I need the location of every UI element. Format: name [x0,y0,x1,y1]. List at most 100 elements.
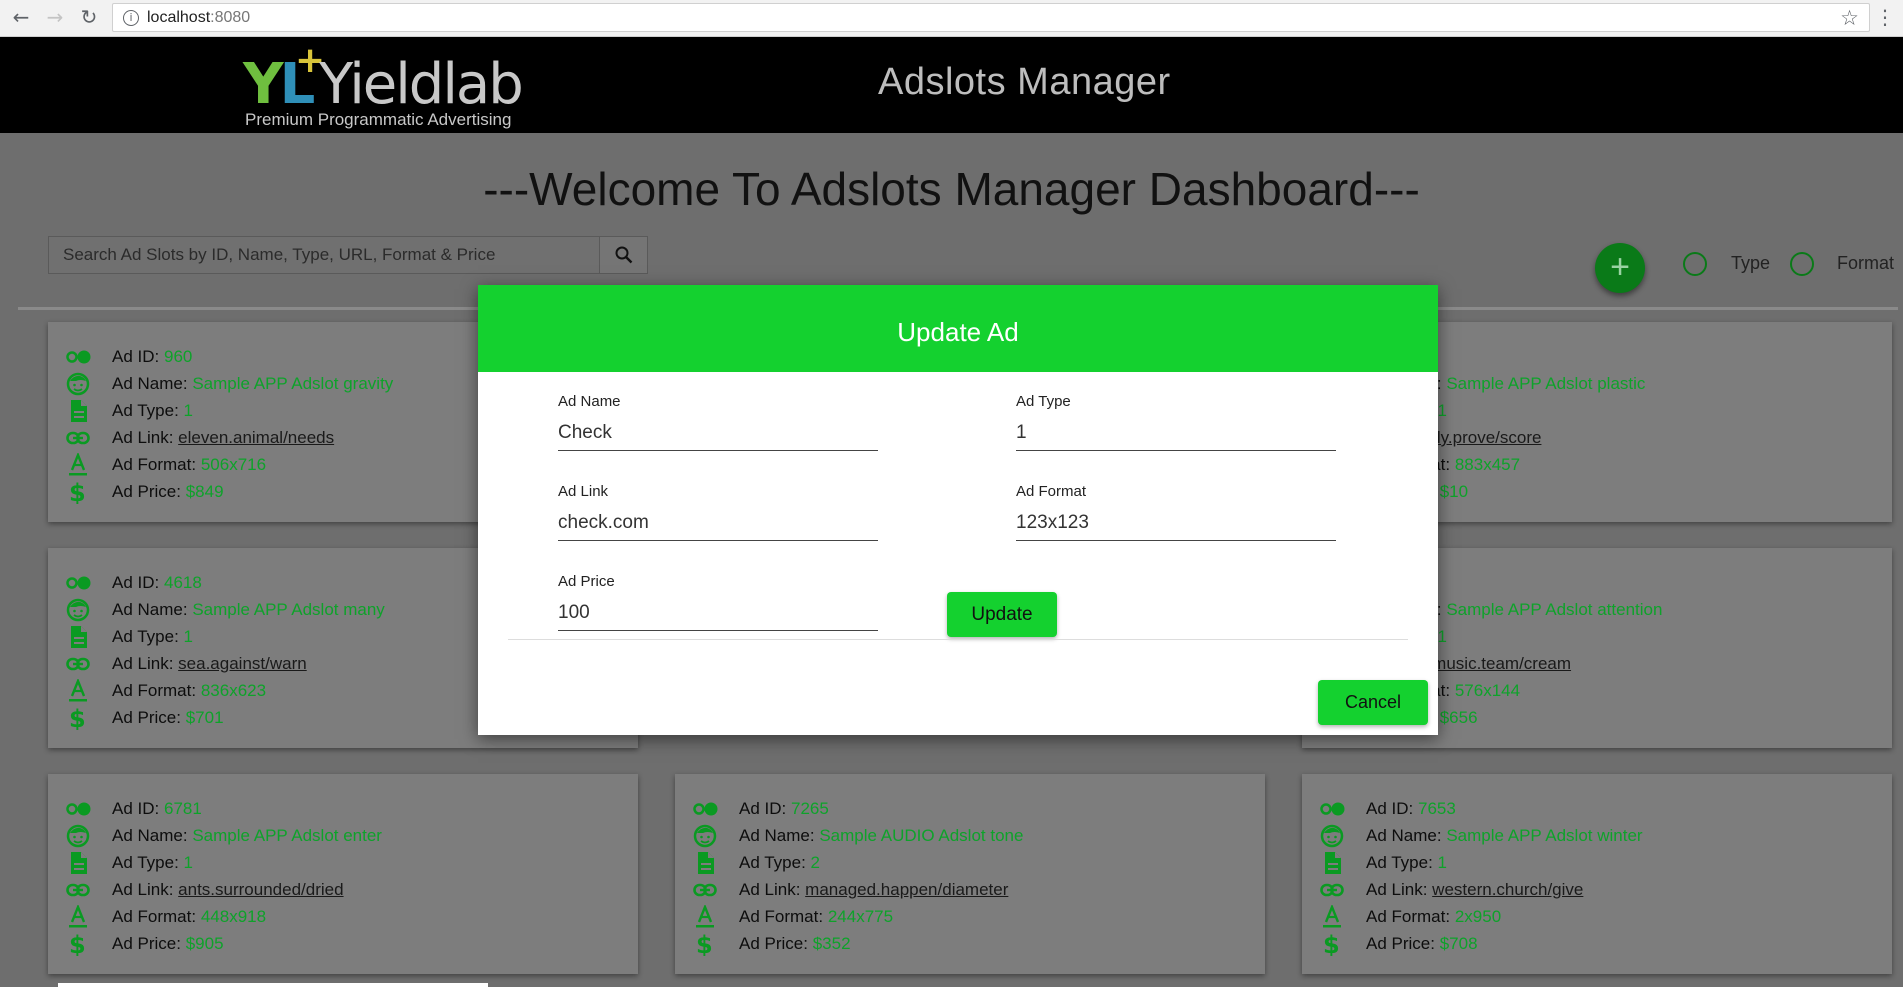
link-icon [693,878,721,902]
format-text-icon [66,677,94,703]
document-icon [66,399,94,423]
ad-name-text: Ad Name: Sample AUDIO Adslot tone [739,826,1023,846]
ad-id-text: Ad ID: 7653 [1366,799,1456,819]
url-text: localhost:8080 [147,9,251,26]
browser-menu-icon[interactable]: ⋮ [1875,5,1895,29]
ad-id-text: Ad ID: 960 [112,347,192,367]
ad-price-value: $10 [1439,482,1469,501]
bookmark-star-icon[interactable]: ☆ [1840,6,1859,30]
ad-format-text: Ad Format: 836x623 [112,681,266,701]
ad-link-text: Ad Link: managed.happen/diameter [739,880,1008,900]
document-icon [1320,851,1348,875]
back-arrow-icon[interactable]: ← [8,4,34,30]
ad-price-text: Ad Price: $701 [112,708,224,728]
reload-icon[interactable]: ↻ [76,4,102,30]
document-icon [66,851,94,875]
toggle-icon [66,345,94,369]
ad-type-text: Ad Type: 2 [739,853,820,873]
svg-text:$: $ [696,932,713,956]
ad-link-text: Ad Link: eleven.animal/needs [112,428,334,448]
modal-divider [508,639,1408,640]
ad-link-value[interactable]: ants.surrounded/dried [178,880,343,899]
ad-name-label: Ad Name: [739,826,815,845]
ad-link-label: Ad Link: [112,428,174,447]
search-input[interactable] [49,237,599,273]
ad-format-label: Ad Format: [1366,907,1451,926]
ad-price-input[interactable] [558,595,878,631]
ad-link-value[interactable]: eleven.animal/needs [178,428,334,447]
search-button[interactable] [599,237,647,273]
ad-price-label: Ad Price: [1366,934,1435,953]
ad-price-value: $701 [185,708,224,727]
ad-name-value: Sample AUDIO Adslot tone [819,826,1024,845]
cancel-button[interactable]: Cancel [1318,680,1428,725]
ad-card[interactable]: Ad ID: 7265 Ad Name: Sample AUDIO Adslot … [675,774,1265,974]
ad-link-value[interactable]: fly.prove/score [1432,428,1541,447]
format-text-icon [693,903,721,929]
ad-type-input[interactable] [1016,415,1336,451]
document-icon [66,625,94,649]
ad-link-label: Ad Link: [1366,880,1428,899]
ad-format-text: Ad Format: 244x775 [739,907,893,927]
toggle-icon [693,797,721,821]
ad-id-value: 4618 [163,573,202,592]
ad-link-input[interactable] [558,505,878,541]
ad-card[interactable]: Ad ID: 6781 Ad Name: Sample APP Adslot en… [48,774,638,974]
ad-format-input[interactable] [1016,505,1336,541]
ad-format-text: Ad Format: 506x716 [112,455,266,475]
ad-type-value: 1 [1437,401,1447,420]
ad-id-value: 6781 [163,799,202,818]
ad-name-text: Ad Name: Sample APP Adslot many [112,600,385,620]
ad-link-value[interactable]: sea.against/warn [178,654,307,673]
ad-price-label: Ad Price: [112,482,181,501]
ad-type-label: Ad Type: [1366,853,1433,872]
ad-name-value: Sample APP Adslot plastic [1446,374,1646,393]
ad-format-value: 448x918 [200,907,267,926]
ad-card[interactable]: Ad ID: 7653 Ad Name: Sample APP Adslot wi… [1302,774,1892,974]
ad-id-text: Ad ID: 6781 [112,799,202,819]
ad-format-label: Ad Format: [112,455,197,474]
face-icon [1320,824,1348,848]
modal-header: Update Ad [478,285,1438,372]
dollar-icon: $ [1320,931,1348,959]
info-icon[interactable]: i [123,10,139,26]
ad-name-text: Ad Name: Sample APP Adslot gravity [112,374,393,394]
ad-link-value[interactable]: music.team/cream [1432,654,1571,673]
ad-type-value: 1 [183,627,193,646]
ad-link-value[interactable]: managed.happen/diameter [805,880,1008,899]
ad-name-text: Ad Name: Sample APP Adslot enter [112,826,382,846]
ad-name-label: Ad Name: [1366,826,1442,845]
add-ad-button[interactable]: + [1595,243,1645,293]
ad-price-value: $849 [185,482,224,501]
filter-type-radio[interactable] [1683,252,1707,276]
app-title: Adslots Manager [878,61,1171,103]
ad-link-value[interactable]: western.church/give [1432,880,1583,899]
welcome-heading: ---Welcome To Adslots Manager Dashboard-… [483,163,1420,215]
ad-format-label: Ad Format: [112,907,197,926]
ad-price-text: Ad Price: $905 [112,934,224,954]
face-icon [693,824,721,848]
ad-type-value: 2 [810,853,820,872]
dollar-icon: $ [66,705,94,733]
format-text-icon [66,903,94,929]
ad-type-text: Ad Type: 1 [112,401,193,421]
address-bar[interactable]: i localhost:8080 ☆ [112,3,1870,32]
ad-type-label: Ad Type: [112,401,179,420]
yieldlab-logo: YL + Yieldlab Premium Programmatic Adver… [243,40,543,129]
link-icon [1320,878,1348,902]
toggle-icon [66,797,94,821]
ad-id-text: Ad ID: 4618 [112,573,202,593]
update-button[interactable]: Update [947,592,1057,637]
update-ad-modal: Update Ad Ad Name Ad Type Ad Link Ad For… [478,285,1438,735]
ad-format-value: 244x775 [827,907,894,926]
ad-price-value: $708 [1439,934,1478,953]
ad-format-label: Ad Format [1016,483,1087,500]
filter-format-radio[interactable] [1790,252,1814,276]
ad-link-label: Ad Link: [112,880,174,899]
ad-name-input[interactable] [558,415,878,451]
ad-format-text: Ad Format: 2x950 [1366,907,1501,927]
forward-arrow-icon[interactable]: → [42,4,68,30]
ad-format-text: Ad Format: 448x918 [112,907,266,927]
ad-link-label: Ad Link: [112,654,174,673]
ad-name-value: Sample APP Adslot winter [1446,826,1643,845]
